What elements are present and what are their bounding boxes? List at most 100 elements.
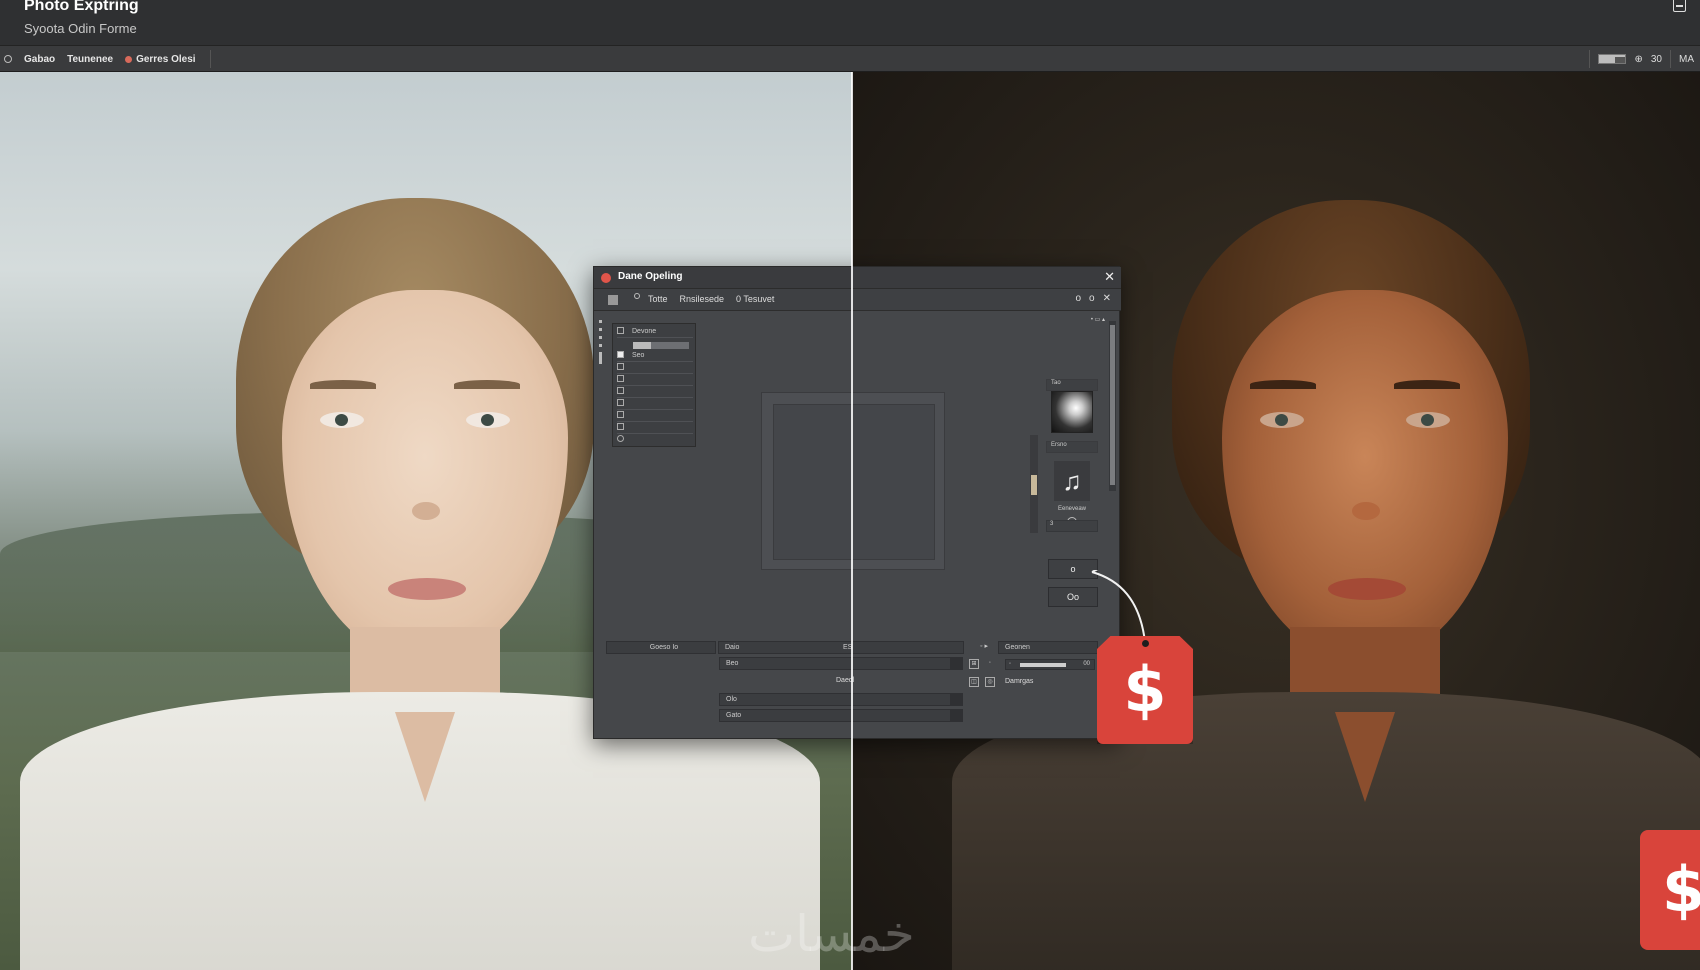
small-circle-icon[interactable]: ◦	[985, 659, 995, 669]
toolbar-circle-icon[interactable]	[4, 55, 12, 63]
mouth	[388, 578, 466, 600]
layer-radio[interactable]	[617, 435, 624, 442]
dialog-tab-totte[interactable]: Totte	[648, 294, 668, 304]
layer-checkbox[interactable]	[617, 327, 624, 334]
vertical-adjust-slider[interactable]	[1030, 435, 1038, 533]
app-subtitle: Syoota Odin Forme	[24, 21, 137, 36]
nose-after	[1352, 502, 1380, 520]
main-toolbar: Gabao Teunenee Gerres Olesi ⊕ 30 MA	[0, 46, 1700, 72]
title-bar: Photo Exptring Syoota Odin Forme	[0, 0, 1700, 46]
bottom-row4-field[interactable]: Gato	[719, 709, 963, 722]
layer-label: Devone	[632, 328, 657, 335]
dialog-tool-circle-icon[interactable]	[634, 293, 640, 299]
layer-row[interactable]	[617, 387, 693, 398]
scroll-arrows-icon[interactable]: • ▭ ▴	[1091, 316, 1105, 323]
thumb-caption: Eeneveaw	[1057, 506, 1087, 512]
left-eye-after	[1260, 412, 1304, 428]
layer-checkbox[interactable]	[617, 375, 624, 382]
layer-checkbox[interactable]	[617, 411, 624, 418]
thumb-top-label: Tao	[1046, 379, 1098, 391]
layers-panel: Devone Seo	[612, 323, 696, 447]
dialog-toolbar-right: o o ✕	[1075, 293, 1111, 304]
right-slider-value: 00	[1083, 661, 1090, 667]
zoom-icon[interactable]: ⊕	[1634, 54, 1642, 65]
toolbar-right: ⊕ 30 MA	[1589, 46, 1694, 72]
bottom-play-icons[interactable]: ◦ ▸	[966, 641, 996, 654]
square-tool-icon[interactable]	[608, 295, 618, 305]
rail-dot-icon[interactable]	[599, 344, 602, 347]
bottom-row3-field[interactable]: Olo	[719, 693, 963, 706]
layer-row[interactable]: Devone	[617, 327, 693, 338]
layer-row[interactable]	[617, 435, 693, 446]
dialog-option-1-button[interactable]: o	[1075, 293, 1081, 304]
rail-scroll-handle[interactable]	[599, 352, 602, 364]
toolbar-right-label[interactable]: MA	[1679, 54, 1694, 65]
app-window: Photo Exptring Syoota Odin Forme Gabao T…	[0, 0, 1700, 970]
layer-row[interactable]: Seo	[617, 351, 693, 362]
preset-thumbnails: Tao Ersno ♫ Eeneveaw	[1046, 379, 1098, 529]
thumb-value-field[interactable]: 3	[1046, 520, 1098, 532]
left-eyebrow	[310, 380, 376, 389]
toolbar-item-gabao[interactable]: Gabao	[24, 54, 55, 65]
grid-icon[interactable]: ⊞	[969, 659, 979, 669]
dialog-title: Dane Opeling	[618, 271, 683, 282]
price-tag-corner-icon: $	[1640, 830, 1700, 950]
bottom-row1-label: Daio	[725, 644, 740, 651]
tool-rail	[597, 315, 605, 375]
layer-checkbox[interactable]	[617, 399, 624, 406]
dialog-toolbar-close-button[interactable]: ✕	[1103, 293, 1111, 304]
right-value-slider[interactable]: ◦ 00	[1005, 659, 1095, 670]
layer-row[interactable]	[617, 411, 693, 422]
right-eye	[466, 412, 510, 428]
zoom-slider[interactable]	[1598, 54, 1627, 64]
dialog-tab-rnsilesede[interactable]: Rnsilesede	[680, 294, 725, 304]
dialog-close-button[interactable]: ✕	[1104, 269, 1115, 285]
settings-circle-icon[interactable]: ◎	[985, 677, 995, 687]
right-eye-after	[1406, 412, 1450, 428]
link-icon[interactable]: ◫	[969, 677, 979, 687]
toolbar-item-teunenee[interactable]: Teunenee	[67, 54, 113, 65]
right-eyebrow-after	[1394, 380, 1460, 389]
bottom-left-field[interactable]: Goeso Io	[606, 641, 716, 654]
rail-dot-icon[interactable]	[599, 328, 602, 331]
layer-checkbox[interactable]	[617, 363, 624, 370]
mouth-after	[1328, 578, 1406, 600]
toolbar-left: Gabao Teunenee Gerres Olesi	[4, 46, 211, 72]
price-tag-hole	[1142, 640, 1149, 647]
layer-row[interactable]	[617, 375, 693, 386]
bottom-row1-field[interactable]: Daio ES	[718, 641, 964, 654]
record-icon	[601, 273, 611, 283]
canvas-preview[interactable]	[773, 404, 935, 560]
rail-dot-icon[interactable]	[599, 320, 602, 323]
toolbar-divider	[209, 50, 211, 68]
layer-checkbox-checked[interactable]	[617, 351, 624, 358]
bottom-right-top-field[interactable]: Geonen	[998, 641, 1098, 654]
toolbar-divider-right	[1589, 50, 1591, 68]
rail-dot-icon[interactable]	[599, 336, 602, 339]
layer-checkbox[interactable]	[617, 387, 624, 394]
before-after-split-handle[interactable]	[851, 72, 853, 970]
bottom-row2-field[interactable]: Beo	[719, 657, 963, 670]
music-note-icon[interactable]: ♫	[1054, 461, 1090, 501]
layer-opacity-slider[interactable]	[633, 342, 689, 349]
canvas-preview-frame[interactable]	[761, 392, 945, 570]
toolbar-divider-right-2	[1670, 50, 1671, 68]
light-preset-thumbnail[interactable]	[1051, 391, 1093, 433]
window-menu-icon[interactable]	[1673, 0, 1686, 12]
toolbar-item-tagged[interactable]: Gerres Olesi	[125, 53, 196, 65]
nose	[412, 502, 440, 520]
dialog-title-bar[interactable]: Dane Opeling ✕	[594, 267, 1121, 289]
bottom-properties-strip: Goeso Io Daio ES ◦ ▸ Geonen	[606, 641, 1111, 654]
layer-row[interactable]	[617, 363, 693, 374]
dialog-tab-tesuvet[interactable]: 0 Tesuvet	[736, 294, 774, 304]
dialog-option-2-button[interactable]: o	[1089, 293, 1095, 304]
dialog-toolbar-items: Totte Rnsilesede 0 Tesuvet	[648, 294, 774, 304]
layer-row[interactable]	[617, 423, 693, 434]
toolbar-item-tagged-label: Gerres Olesi	[136, 53, 196, 65]
photo-editing-dialog: Dane Opeling ✕ Totte Rnsilesede 0 Tesuve…	[593, 266, 1121, 739]
dialog-scrollbar[interactable]	[1109, 321, 1116, 491]
layer-checkbox[interactable]	[617, 423, 624, 430]
left-eye	[320, 412, 364, 428]
layer-label: Seo	[632, 352, 645, 359]
layer-row[interactable]	[617, 399, 693, 410]
